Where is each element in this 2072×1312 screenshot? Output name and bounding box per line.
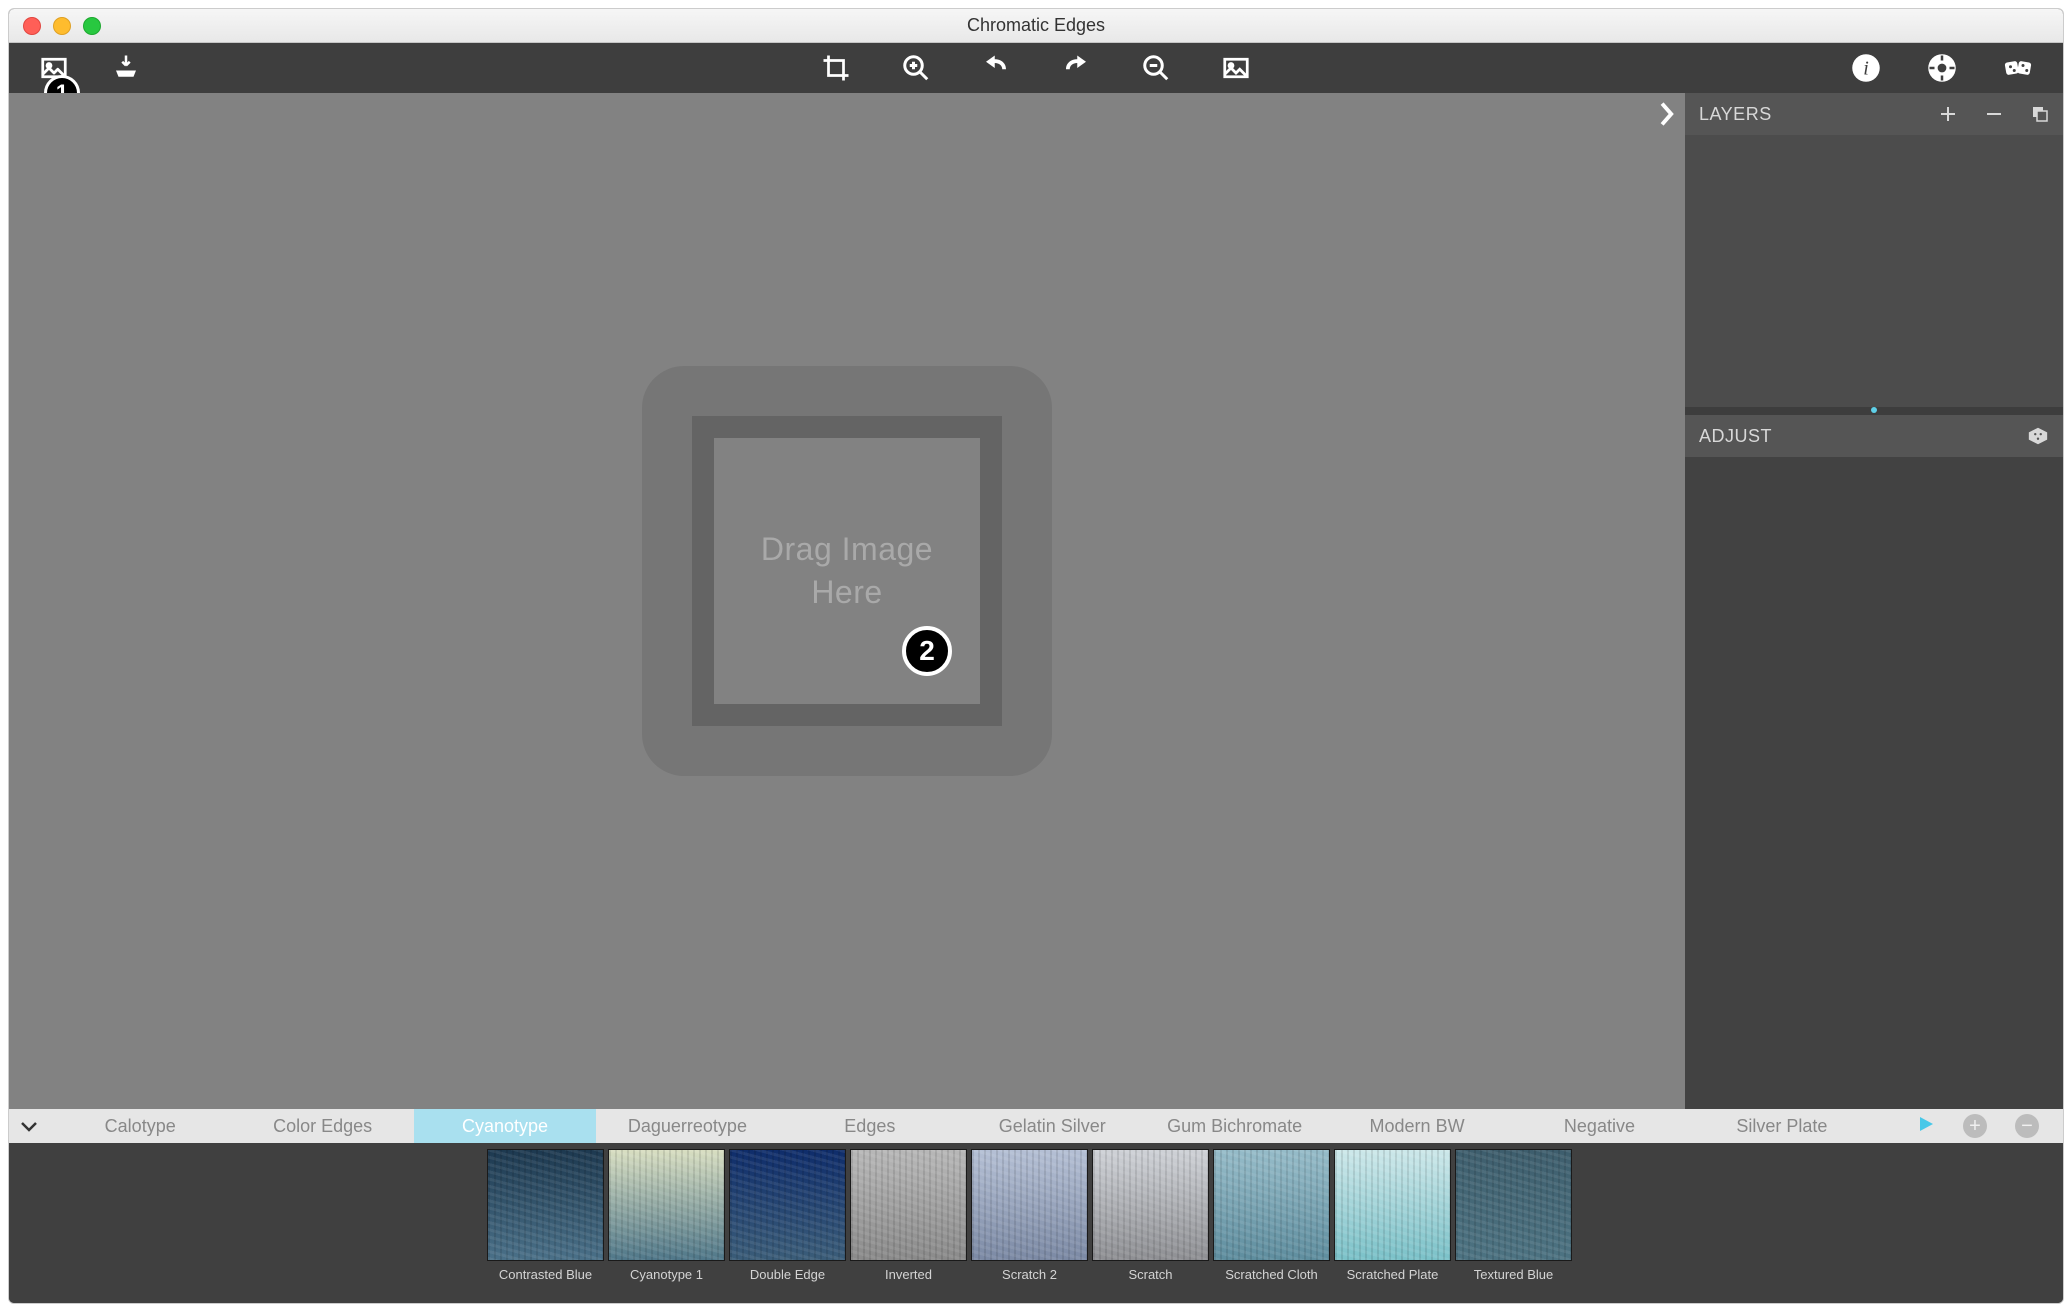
- window-title: Chromatic Edges: [967, 15, 1105, 36]
- minimize-window-button[interactable]: [53, 17, 71, 35]
- preset-strip: Contrasted Blue Cyanotype 1 Double Edge Inv…: [9, 1143, 2063, 1303]
- preset-label: Scratched Plate: [1347, 1267, 1439, 1282]
- category-tab[interactable]: Gum Bichromate: [1143, 1109, 1325, 1143]
- fullscreen-window-button[interactable]: [83, 17, 101, 35]
- category-tab[interactable]: Edges: [779, 1109, 961, 1143]
- traffic-lights: [9, 17, 101, 35]
- play-preview-button[interactable]: [1917, 1113, 1935, 1139]
- callout-badge-2: 2: [902, 626, 952, 676]
- preset-item[interactable]: Scratched Plate: [1334, 1149, 1451, 1282]
- crop-button[interactable]: [821, 53, 851, 83]
- preset-item[interactable]: Inverted: [850, 1149, 967, 1282]
- main-content-row: Drag Image Here 2 LAYERS A: [9, 93, 2063, 1109]
- remove-layer-button[interactable]: [1985, 105, 2003, 123]
- preset-item[interactable]: Scratch: [1092, 1149, 1209, 1282]
- app-window: Chromatic Edges: [8, 8, 2064, 1304]
- preset-item[interactable]: Cyanotype 1: [608, 1149, 725, 1282]
- undo-button[interactable]: [981, 53, 1011, 83]
- layers-panel-body: [1685, 135, 2063, 415]
- preset-label: Cyanotype 1: [630, 1267, 703, 1282]
- divider-handle-icon: [1871, 407, 1877, 413]
- adjust-panel-header: ADJUST: [1685, 415, 2063, 457]
- main-toolbar: i: [9, 43, 2063, 93]
- preset-thumbnail: [850, 1149, 967, 1261]
- zoom-out-button[interactable]: [1141, 53, 1171, 83]
- preset-label: Contrasted Blue: [499, 1267, 592, 1282]
- category-tab[interactable]: Silver Plate: [1691, 1109, 1873, 1143]
- dropzone-inner: Drag Image Here: [692, 416, 1002, 726]
- settings-button[interactable]: [1927, 53, 1957, 83]
- adjust-panel-body: [1685, 457, 2063, 1109]
- preset-label: Scratch: [1128, 1267, 1172, 1282]
- preset-thumbnail: [1455, 1149, 1572, 1261]
- zoom-presets-in-button[interactable]: +: [1963, 1114, 1987, 1138]
- category-tab[interactable]: Cyanotype: [414, 1109, 596, 1143]
- save-export-button[interactable]: [111, 53, 141, 83]
- preset-thumbnail: [487, 1149, 604, 1261]
- preset-thumbnail: [1213, 1149, 1330, 1261]
- dropzone-line2: Here: [811, 574, 882, 610]
- close-window-button[interactable]: [23, 17, 41, 35]
- preset-thumbnail: [971, 1149, 1088, 1261]
- info-button[interactable]: i: [1851, 53, 1881, 83]
- svg-text:i: i: [1863, 57, 1869, 79]
- zoom-presets-out-button[interactable]: −: [2015, 1114, 2039, 1138]
- category-bar: CalotypeColor EdgesCyanotypeDaguerreotyp…: [9, 1109, 2063, 1143]
- image-dropzone[interactable]: Drag Image Here 2: [642, 366, 1052, 776]
- layers-label: LAYERS: [1699, 104, 1772, 125]
- fit-view-button[interactable]: [1221, 53, 1251, 83]
- category-tab[interactable]: Color Edges: [231, 1109, 413, 1143]
- preset-label: Scratch 2: [1002, 1267, 1057, 1282]
- redo-button[interactable]: [1061, 53, 1091, 83]
- canvas-area[interactable]: Drag Image Here 2: [9, 93, 1685, 1109]
- preset-label: Double Edge: [750, 1267, 825, 1282]
- preset-item[interactable]: Scratch 2: [971, 1149, 1088, 1282]
- preset-label: Inverted: [885, 1267, 932, 1282]
- category-tab[interactable]: Calotype: [49, 1109, 231, 1143]
- titlebar: Chromatic Edges: [9, 9, 2063, 43]
- category-tab[interactable]: Negative: [1508, 1109, 1690, 1143]
- add-layer-button[interactable]: [1939, 105, 1957, 123]
- duplicate-layer-button[interactable]: [2031, 105, 2049, 123]
- dropzone-line1: Drag Image: [761, 531, 933, 567]
- category-tab[interactable]: Gelatin Silver: [961, 1109, 1143, 1143]
- preset-label: Textured Blue: [1474, 1267, 1554, 1282]
- preset-item[interactable]: Double Edge: [729, 1149, 846, 1282]
- preset-item[interactable]: Contrasted Blue: [487, 1149, 604, 1282]
- preset-thumbnail: [729, 1149, 846, 1261]
- preset-item[interactable]: Scratched Cloth: [1213, 1149, 1330, 1282]
- preset-label: Scratched Cloth: [1225, 1267, 1318, 1282]
- preset-item[interactable]: Textured Blue: [1455, 1149, 1572, 1282]
- category-tab[interactable]: Modern BW: [1326, 1109, 1508, 1143]
- layers-panel-header: LAYERS: [1685, 93, 2063, 135]
- zoom-in-button[interactable]: [901, 53, 931, 83]
- collapse-sidebar-button[interactable]: [1657, 101, 1675, 134]
- panel-divider[interactable]: [1685, 407, 2063, 415]
- adjust-randomize-button[interactable]: [2027, 425, 2049, 447]
- preset-thumbnail: [608, 1149, 725, 1261]
- right-sidebar: LAYERS ADJUST: [1685, 93, 2063, 1109]
- randomize-button[interactable]: [2003, 53, 2033, 83]
- category-tab[interactable]: Daguerreotype: [596, 1109, 778, 1143]
- category-list: CalotypeColor EdgesCyanotypeDaguerreotyp…: [49, 1109, 1873, 1143]
- preset-thumbnail: [1092, 1149, 1209, 1261]
- preset-thumbnail: [1334, 1149, 1451, 1261]
- adjust-label: ADJUST: [1699, 426, 1772, 447]
- category-collapse-button[interactable]: [9, 1115, 49, 1138]
